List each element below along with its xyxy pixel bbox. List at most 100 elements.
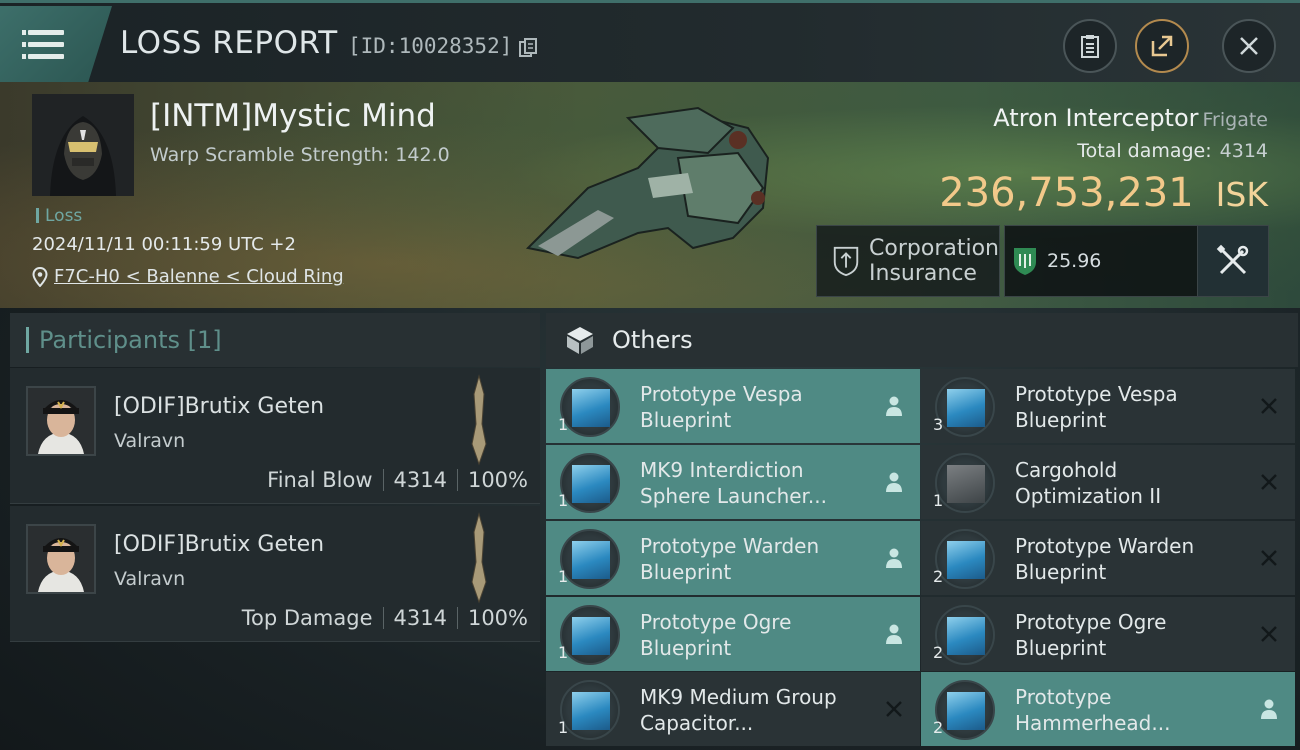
item-quantity: 3 (933, 415, 944, 434)
dropped-person-icon (1261, 699, 1277, 719)
participant-avatar[interactable] (26, 524, 96, 594)
dropped-person-icon (886, 472, 902, 492)
participant-damage: 4314 (393, 468, 447, 492)
page-title: LOSS REPORT (120, 25, 338, 61)
participant-name[interactable]: [ODIF]Brutix Geten (114, 394, 324, 419)
item-name-line2: Blueprint (1015, 408, 1107, 432)
pilot-avatar-icon (28, 526, 94, 592)
item-quantity: 2 (933, 567, 944, 586)
item-name: Cargohold Optimization II (1015, 457, 1245, 509)
blueprint-icon (935, 680, 995, 740)
item-row[interactable]: 1 Prototype Warden Blueprint (546, 521, 920, 595)
capacitor-icon (560, 680, 620, 740)
blueprint-icon (560, 605, 620, 665)
corporation-insurance[interactable]: Corporation Insurance (816, 225, 1000, 297)
pilot-avatar-icon (32, 94, 134, 196)
item-name-line1: Prototype Vespa (1015, 382, 1178, 406)
isk-value: 236,753,231 ISK (939, 170, 1268, 216)
loss-timestamp: 2024/11/11 00:11:59 UTC +2 (32, 234, 296, 255)
item-name-line1: MK9 Interdiction (640, 458, 804, 482)
ship-name[interactable]: Atron Interceptor Frigate (993, 104, 1268, 132)
item-name: MK9 Medium Group Capacitor... (640, 684, 870, 736)
cube-icon (567, 327, 593, 354)
blueprint-icon (935, 605, 995, 665)
clipboard-button[interactable] (1063, 19, 1117, 73)
launcher-icon (560, 453, 620, 513)
participant-row[interactable]: [ODIF]Brutix Geten Valravn Top Damage 431… (10, 506, 540, 642)
item-quantity: 2 (933, 643, 944, 662)
item-name: Prototype Ogre Blueprint (1015, 609, 1245, 661)
participant-stats: Final Blow 4314 100% (267, 468, 528, 492)
participant-ship: Valravn (114, 430, 186, 452)
pilot-avatar-icon (28, 388, 94, 454)
item-name-line2: Hammerhead... (1015, 711, 1171, 735)
participant-role: Final Blow (267, 468, 373, 492)
item-row[interactable]: 1 MK9 Medium Group Capacitor... (546, 672, 920, 746)
victim-pilot-name[interactable]: [INTM]Mystic Mind (150, 98, 436, 134)
item-name-line1: Prototype (1015, 685, 1112, 709)
isk-unit: ISK (1215, 175, 1268, 214)
item-name-line1: Prototype Ogre (1015, 610, 1167, 634)
loss-tag: Loss (36, 206, 82, 226)
participant-damage: 4314 (393, 606, 447, 630)
warp-scramble-strength: Warp Scramble Strength: 142.0 (150, 144, 450, 166)
item-name-line2: Blueprint (640, 560, 732, 584)
share-button[interactable] (1135, 19, 1189, 73)
menu-button[interactable] (0, 6, 112, 85)
clipboard-icon (1081, 35, 1099, 58)
item-row[interactable]: 2 Prototype Hammerhead... (921, 672, 1295, 746)
item-name-line1: Cargohold (1015, 458, 1118, 482)
ship-name-text: Atron Interceptor (993, 104, 1199, 132)
fitting-button[interactable] (1197, 225, 1269, 297)
item-name-line2: Sphere Launcher... (640, 484, 828, 508)
cargohold-icon (935, 453, 995, 513)
item-row[interactable]: 1 Cargohold Optimization II (921, 445, 1295, 519)
dropped-person-icon (886, 624, 902, 644)
location-text[interactable]: F7C-H0 < Balenne < Cloud Ring (54, 266, 344, 287)
participant-ship-icon (471, 374, 487, 466)
item-row[interactable]: 3 Prototype Vespa Blueprint (921, 369, 1295, 443)
item-name-line2: Blueprint (1015, 636, 1107, 660)
others-header: Others (546, 313, 1298, 367)
total-damage-label: Total damage: (1077, 140, 1212, 162)
copy-icon[interactable] (519, 38, 537, 58)
item-row[interactable]: 1 MK9 Interdiction Sphere Launcher... (546, 445, 920, 519)
item-quantity: 1 (558, 415, 569, 434)
loss-location[interactable]: F7C-H0 < Balenne < Cloud Ring (32, 266, 344, 287)
item-name-line2: Capacitor... (640, 711, 754, 735)
participant-avatar[interactable] (26, 386, 96, 456)
participant-name[interactable]: [ODIF]Brutix Geten (114, 532, 324, 557)
close-button[interactable] (1222, 19, 1276, 73)
item-name-line2: Blueprint (640, 408, 732, 432)
item-name: Prototype Vespa Blueprint (1015, 381, 1245, 433)
close-icon (1240, 37, 1258, 55)
insurance-label: Corporation Insurance (869, 236, 999, 286)
destroyed-x-icon (1261, 550, 1277, 566)
item-name: Prototype Hammerhead... (1015, 684, 1245, 736)
item-quantity: 2 (933, 718, 944, 737)
item-quantity: 1 (558, 491, 569, 510)
item-quantity: 1 (558, 567, 569, 586)
item-name-line1: Prototype Ogre (640, 610, 792, 634)
item-row[interactable]: 1 Prototype Vespa Blueprint (546, 369, 920, 443)
item-name: Prototype Warden Blueprint (1015, 533, 1245, 585)
item-name-line2: Blueprint (1015, 560, 1107, 584)
item-row[interactable]: 2 Prototype Warden Blueprint (921, 521, 1295, 595)
others-title: Others (612, 326, 693, 354)
destroyed-x-icon (1261, 474, 1277, 490)
dropped-person-icon (886, 548, 902, 568)
hamburger-icon (22, 30, 64, 60)
blueprint-icon (935, 529, 995, 589)
victim-portrait[interactable] (32, 94, 134, 196)
participants-header: Participants [1] (10, 313, 540, 367)
item-name-line1: Prototype Warden (1015, 534, 1195, 558)
insurance-label-line1: Corporation (869, 236, 999, 261)
total-damage-value: 4314 (1219, 140, 1268, 162)
item-row[interactable]: 1 Prototype Ogre Blueprint (546, 597, 920, 671)
item-name-line1: Prototype Vespa (640, 382, 803, 406)
item-row[interactable]: 2 Prototype Ogre Blueprint (921, 597, 1295, 671)
wrench-screwdriver-icon (1216, 244, 1249, 275)
participant-row[interactable]: [ODIF]Brutix Geten Valravn Final Blow 431… (10, 368, 540, 504)
participants-title: Participants [1] (39, 326, 222, 354)
blueprint-icon (560, 377, 620, 437)
